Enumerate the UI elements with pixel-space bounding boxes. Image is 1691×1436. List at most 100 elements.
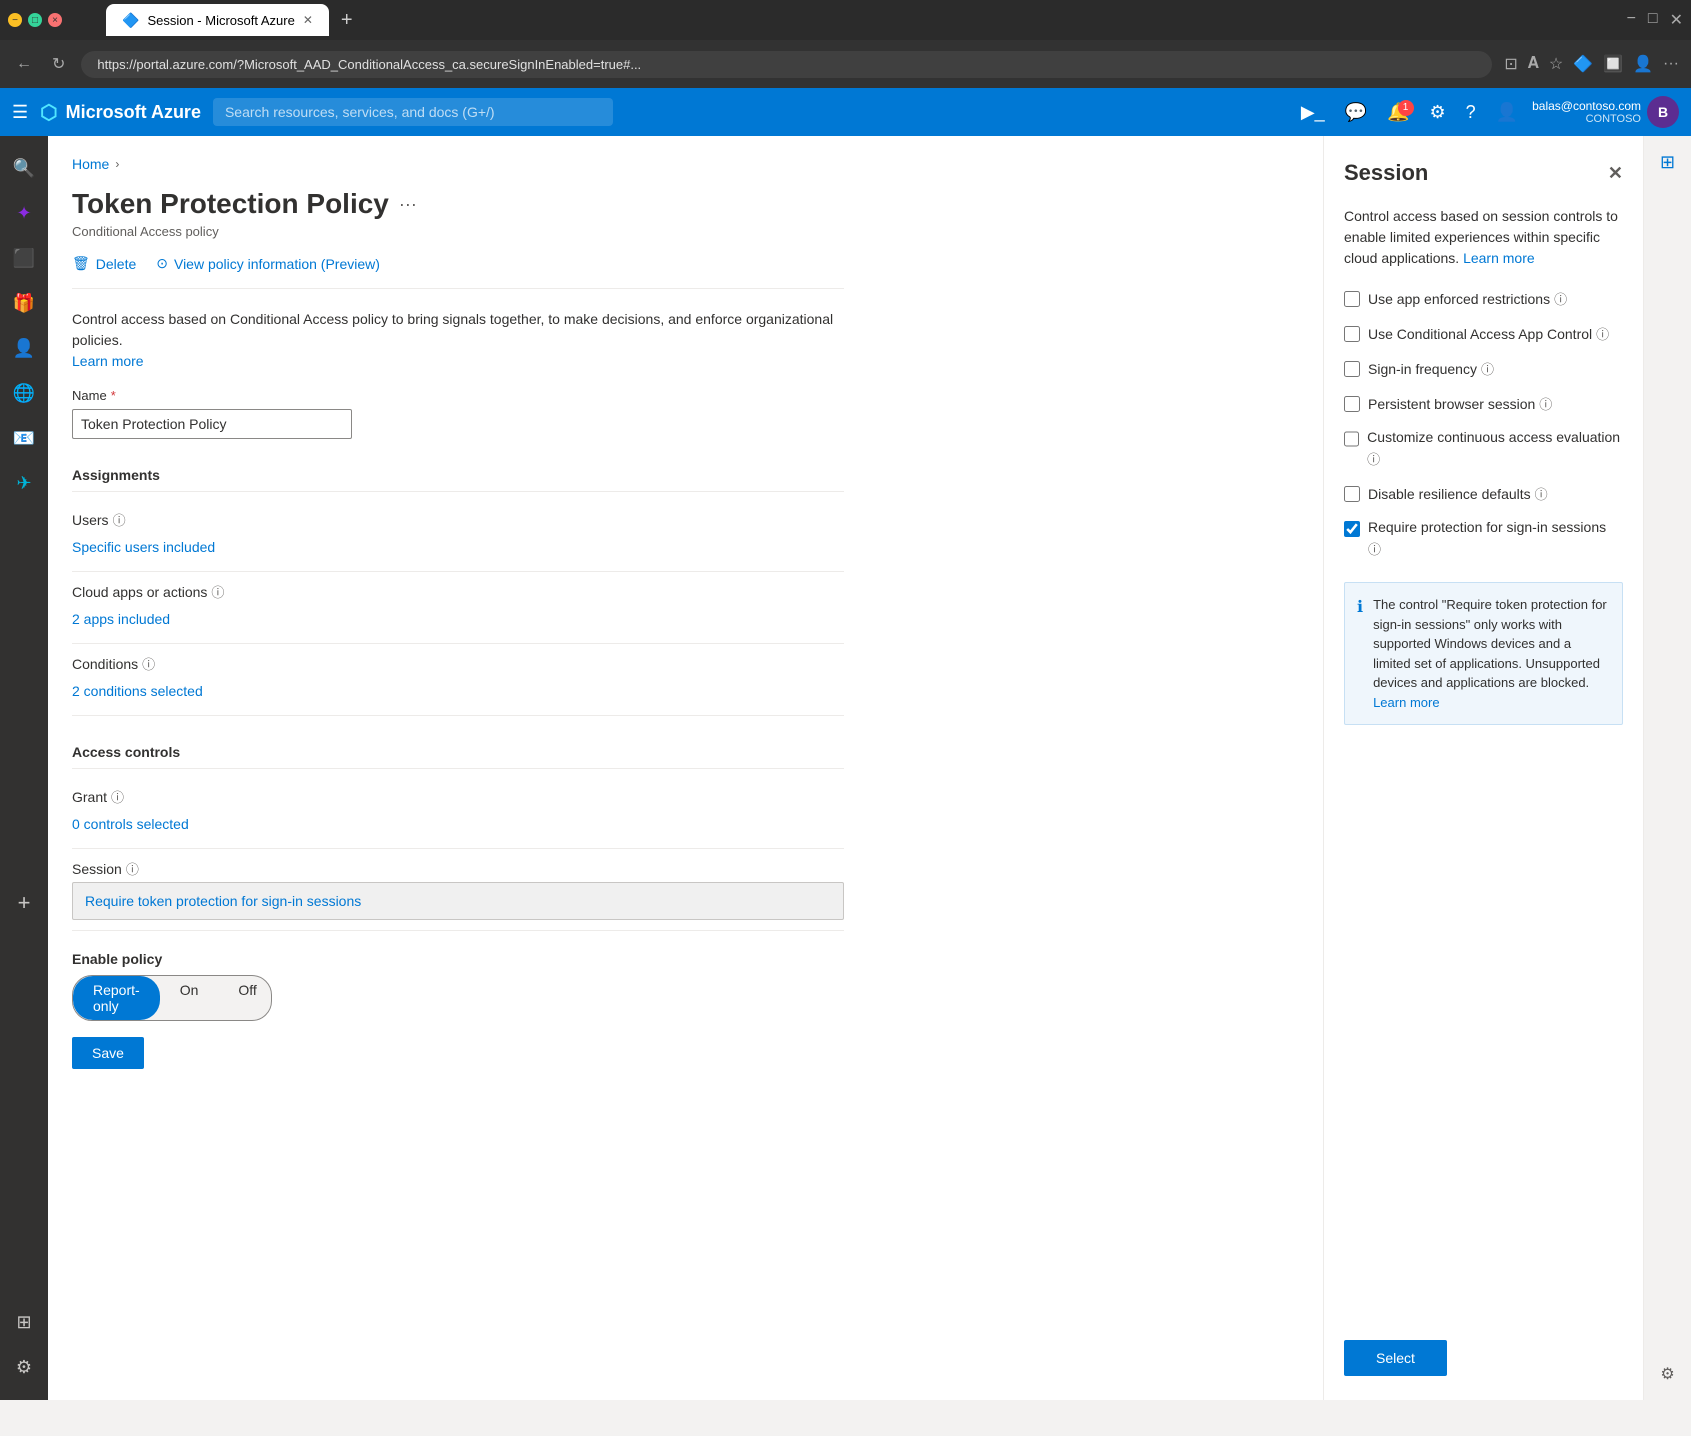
- conditions-info-icon[interactable]: ⓘ: [142, 654, 155, 673]
- persistent-browser-checkbox[interactable]: [1344, 396, 1360, 412]
- help-icon[interactable]: ?: [1460, 98, 1482, 127]
- grant-info-icon[interactable]: ⓘ: [111, 787, 124, 806]
- delete-button[interactable]: 🗑 Delete: [72, 255, 136, 272]
- close-icon[interactable]: ✕: [1670, 10, 1683, 30]
- session-link[interactable]: Require token protection for sign-in ses…: [85, 893, 831, 909]
- azure-search-input[interactable]: [213, 98, 613, 126]
- sign-in-freq-info[interactable]: ⓘ: [1481, 359, 1494, 378]
- info-notice-text: The control "Require token protection fo…: [1373, 595, 1610, 712]
- sidebar-gift-icon[interactable]: 🎁: [3, 283, 45, 324]
- require-protection-info[interactable]: ⓘ: [1368, 539, 1381, 558]
- close-button[interactable]: ×: [48, 13, 62, 27]
- customize-cae-checkbox[interactable]: [1344, 431, 1359, 447]
- right-expand-icon[interactable]: ⊞: [1652, 144, 1683, 181]
- conditions-link[interactable]: 2 conditions selected: [72, 677, 844, 705]
- description-learn-more[interactable]: Learn more: [72, 353, 144, 369]
- resilience-info[interactable]: ⓘ: [1535, 484, 1548, 503]
- on-option[interactable]: On: [160, 976, 219, 1020]
- name-field-group: Name *: [72, 388, 844, 439]
- tab-title: Session - Microsoft Azure: [147, 13, 294, 28]
- enable-policy-label: Enable policy: [72, 951, 844, 967]
- restore-icon[interactable]: □: [1648, 10, 1658, 30]
- app-enforced-info[interactable]: ⓘ: [1554, 289, 1567, 308]
- grant-row: Grant ⓘ 0 controls selected: [72, 777, 844, 849]
- left-sidebar: 🔍 ✦ ⬛ 🎁 👤 🌐 📧 ✈ + ⊞ ⚙: [0, 136, 48, 1400]
- sidebar-plane-icon[interactable]: ✈: [6, 463, 41, 504]
- reload-button[interactable]: ↻: [48, 50, 69, 78]
- grant-link[interactable]: 0 controls selected: [72, 810, 844, 838]
- sidebar-expand-icon[interactable]: ⊞: [6, 1302, 41, 1343]
- policy-toggle-group[interactable]: Report-only On Off: [72, 975, 272, 1021]
- app-enforced-checkbox[interactable]: [1344, 291, 1360, 307]
- reading-view-icon[interactable]: 𝐀: [1528, 55, 1539, 73]
- favorites-icon[interactable]: ☆: [1549, 54, 1563, 74]
- hamburger-icon[interactable]: ☰: [12, 102, 28, 123]
- users-link[interactable]: Specific users included: [72, 533, 844, 561]
- address-bar[interactable]: [81, 51, 1492, 78]
- checkbox-sign-in-freq: Sign-in frequency ⓘ: [1344, 359, 1623, 378]
- settings-icon[interactable]: ⚙: [1424, 98, 1452, 127]
- more-options-button[interactable]: ···: [399, 194, 417, 215]
- access-controls-section: Access controls Grant ⓘ 0 controls selec…: [72, 732, 844, 931]
- report-only-option[interactable]: Report-only: [73, 976, 160, 1020]
- breadcrumb[interactable]: Home ›: [72, 156, 844, 172]
- ca-app-info[interactable]: ⓘ: [1596, 324, 1609, 343]
- back-button[interactable]: ←: [12, 51, 36, 77]
- directory-icon[interactable]: 👤: [1490, 98, 1524, 127]
- maximize-button[interactable]: □: [28, 13, 42, 27]
- cloud-shell-icon[interactable]: ▶_: [1295, 98, 1331, 127]
- description-text: Control access based on Conditional Acce…: [72, 309, 844, 372]
- collections-icon[interactable]: 🔲: [1603, 54, 1623, 74]
- notifications-icon[interactable]: 🔔 1: [1381, 98, 1415, 127]
- save-button[interactable]: Save: [72, 1037, 144, 1069]
- checkbox-persistent-browser: Persistent browser session ⓘ: [1344, 394, 1623, 413]
- sidebar-user2-icon[interactable]: 👤: [3, 328, 45, 369]
- disable-resilience-checkbox[interactable]: [1344, 486, 1360, 502]
- split-view-icon[interactable]: ⊡: [1504, 54, 1517, 74]
- panel-close-button[interactable]: ✕: [1608, 163, 1623, 184]
- feedback-icon[interactable]: 💬: [1339, 98, 1373, 127]
- sidebar-add-button[interactable]: +: [8, 880, 41, 926]
- session-panel: Session ✕ Control access based on sessio…: [1323, 136, 1643, 1400]
- view-policy-button[interactable]: ⊙ View policy information (Preview): [156, 255, 380, 272]
- cloud-apps-row: Cloud apps or actions ⓘ 2 apps included: [72, 572, 844, 644]
- cae-info[interactable]: ⓘ: [1367, 449, 1380, 468]
- user-menu[interactable]: balas@contoso.com CONTOSO B: [1532, 96, 1679, 128]
- nav-icons: ▶_ 💬 🔔 1 ⚙ ? 👤 balas@contoso.com CONTOSO…: [1295, 96, 1679, 128]
- select-button[interactable]: Select: [1344, 1340, 1447, 1376]
- session-info-icon[interactable]: ⓘ: [126, 859, 139, 878]
- sidebar-outlook-icon[interactable]: 📧: [3, 418, 45, 459]
- more-icon[interactable]: ···: [1663, 55, 1679, 73]
- require-protection-checkbox[interactable]: [1344, 521, 1360, 537]
- off-option[interactable]: Off: [218, 976, 272, 1020]
- extensions-icon[interactable]: 🔷: [1573, 54, 1593, 74]
- sidebar-orb-icon[interactable]: 🌐: [3, 373, 45, 414]
- sidebar-copilot-icon[interactable]: ✦: [6, 193, 41, 234]
- profile-icon[interactable]: 👤: [1633, 54, 1653, 74]
- azure-logo: ⬡ Microsoft Azure: [40, 100, 201, 125]
- sidebar-settings-icon[interactable]: ⚙: [6, 1347, 42, 1388]
- minimize-button[interactable]: −: [8, 13, 22, 27]
- new-tab-button[interactable]: +: [335, 9, 359, 32]
- panel-learn-more[interactable]: Learn more: [1463, 250, 1535, 266]
- delete-icon: 🗑: [72, 255, 90, 272]
- cloud-apps-link[interactable]: 2 apps included: [72, 605, 844, 633]
- info-notice-learn-more[interactable]: Learn more: [1373, 695, 1439, 710]
- persistent-browser-info[interactable]: ⓘ: [1539, 394, 1552, 413]
- sign-in-frequency-checkbox[interactable]: [1344, 361, 1360, 377]
- azure-topnav: ☰ ⬡ Microsoft Azure ▶_ 💬 🔔 1 ⚙ ? 👤 balas…: [0, 88, 1691, 136]
- assignments-section: Assignments Users ⓘ Specific users inclu…: [72, 455, 844, 716]
- users-info-icon[interactable]: ⓘ: [113, 510, 126, 529]
- ca-app-control-checkbox[interactable]: [1344, 326, 1360, 342]
- cloud-apps-info-icon[interactable]: ⓘ: [211, 582, 224, 601]
- session-checkboxes: Use app enforced restrictions ⓘ Use Cond…: [1344, 289, 1623, 574]
- right-settings-icon[interactable]: ⚙: [1652, 1356, 1682, 1392]
- tab-close-button[interactable]: ✕: [303, 13, 313, 27]
- name-label: Name: [72, 388, 107, 403]
- active-tab[interactable]: 🔷 Session - Microsoft Azure ✕: [106, 4, 329, 36]
- sidebar-apps-icon[interactable]: ⬛: [3, 238, 45, 279]
- right-sidebar: ⊞ ⚙: [1643, 136, 1691, 1400]
- minimize-icon[interactable]: −: [1627, 10, 1636, 30]
- name-input[interactable]: [72, 409, 352, 439]
- sidebar-search-icon[interactable]: 🔍: [3, 148, 45, 189]
